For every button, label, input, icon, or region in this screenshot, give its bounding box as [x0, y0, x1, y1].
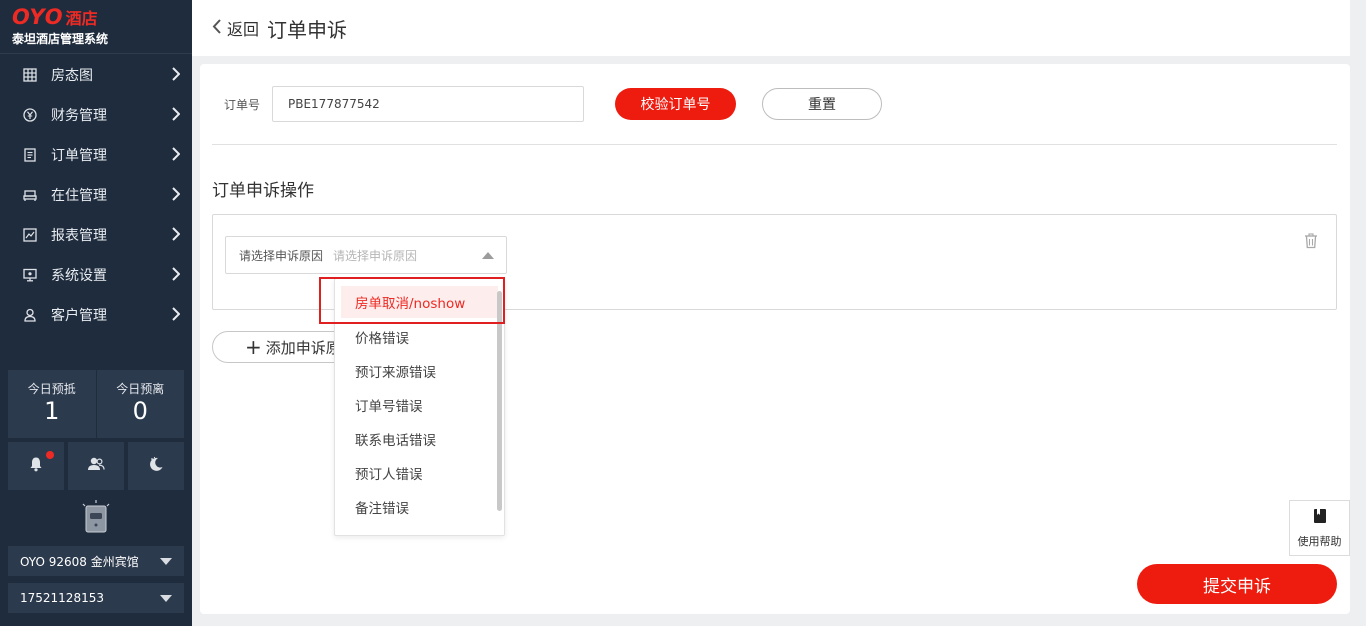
- bed-icon: [22, 187, 38, 203]
- chevron-right-icon: [172, 227, 181, 245]
- sidebar-item-label: 系统设置: [51, 268, 107, 284]
- chevron-right-icon: [172, 307, 181, 325]
- sidebar-item-label: 财务管理: [51, 108, 107, 124]
- page-scrollbar[interactable]: [1350, 0, 1366, 626]
- order-number-value: PBE177877542: [288, 97, 380, 111]
- help-button[interactable]: 使用帮助: [1289, 500, 1350, 556]
- sidebar-item-in-house[interactable]: 在住管理: [0, 175, 192, 215]
- chevron-right-icon: [172, 107, 181, 125]
- sidebar-item-reports[interactable]: 报表管理: [0, 215, 192, 255]
- guest-button[interactable]: [68, 442, 124, 490]
- page-title: 订单申诉: [267, 17, 348, 42]
- caret-down-icon: [160, 558, 172, 565]
- back-button[interactable]: 返回: [212, 16, 259, 40]
- brand-suffix: 酒店: [65, 9, 98, 28]
- grid-icon: [22, 67, 38, 83]
- stat-value: 1: [44, 397, 60, 425]
- sidebar-item-label: 房态图: [51, 68, 93, 84]
- verify-order-button[interactable]: 校验订单号: [615, 88, 736, 120]
- divider: [212, 144, 1337, 145]
- today-stats: 今日预抵 1 今日预离 0: [8, 370, 184, 438]
- door-lock-icon[interactable]: [80, 500, 112, 536]
- sidebar-nav: 房态图 财务管理 订单管理 在住管理 报表管理 系统设置 客户管理: [0, 55, 192, 335]
- notification-badge: [46, 451, 54, 459]
- plus-icon: +: [245, 335, 262, 359]
- document-icon: [22, 147, 38, 163]
- chevron-left-icon: [212, 18, 221, 38]
- stat-label: 今日预离: [116, 382, 165, 396]
- caret-up-icon: [482, 252, 494, 259]
- dropdown-option[interactable]: 预订来源错误: [335, 354, 504, 388]
- caret-down-icon: [160, 595, 172, 602]
- dropdown-option[interactable]: 联系电话错误: [335, 422, 504, 456]
- trash-icon[interactable]: [1304, 233, 1318, 253]
- brand-logo: OYO: [12, 5, 64, 29]
- monitor-icon: [22, 267, 38, 283]
- order-number-label: 订单号: [224, 98, 261, 112]
- account-select-value: 17521128153: [20, 591, 104, 605]
- sidebar-item-room-status[interactable]: 房态图: [0, 55, 192, 95]
- submit-appeal-button[interactable]: 提交申诉: [1137, 564, 1337, 604]
- stat-value: 0: [132, 397, 148, 425]
- yen-icon: [22, 107, 38, 123]
- order-number-input[interactable]: PBE177877542: [272, 86, 584, 122]
- section-title: 订单申诉操作: [212, 181, 314, 201]
- help-label: 使用帮助: [1297, 534, 1342, 548]
- stat-departures[interactable]: 今日预离 0: [95, 370, 185, 438]
- sidebar-item-orders[interactable]: 订单管理: [0, 135, 192, 175]
- sidebar-item-settings[interactable]: 系统设置: [0, 255, 192, 295]
- dropdown-option[interactable]: 订单号错误: [335, 388, 504, 422]
- stat-arrivals[interactable]: 今日预抵 1: [8, 370, 96, 438]
- chart-icon: [22, 227, 38, 243]
- system-name: 泰坦酒店管理系统: [12, 32, 109, 46]
- users-icon: [87, 456, 105, 476]
- dropdown-option[interactable]: 备注错误: [335, 490, 504, 524]
- dropdown-option[interactable]: 入住日期错误: [335, 524, 504, 535]
- chevron-right-icon: [172, 267, 181, 285]
- quick-actions: [8, 442, 184, 490]
- book-icon: [1313, 508, 1327, 527]
- appeal-reason-select[interactable]: 请选择申诉原因 请选择申诉原因: [225, 236, 507, 274]
- back-label: 返回: [227, 20, 260, 39]
- stat-label: 今日预抵: [27, 382, 76, 396]
- reason-select-placeholder: 请选择申诉原因: [333, 248, 418, 263]
- notification-button[interactable]: [8, 442, 64, 490]
- moon-icon: [148, 456, 164, 476]
- hotel-select[interactable]: OYO 92608 金州宾馆: [8, 546, 184, 576]
- logo: OYO 酒店 泰坦酒店管理系统: [0, 0, 192, 54]
- chevron-right-icon: [172, 147, 181, 165]
- dropdown-option[interactable]: 预订人错误: [335, 456, 504, 490]
- page-header: 返回 订单申诉: [192, 0, 1350, 56]
- hotel-select-value: OYO 92608 金州宾馆: [20, 554, 139, 569]
- selection-highlight-box: [319, 277, 505, 324]
- chevron-right-icon: [172, 187, 181, 205]
- user-icon: [22, 307, 38, 323]
- chevron-right-icon: [172, 67, 181, 85]
- dropdown-scrollbar[interactable]: [497, 291, 502, 511]
- sidebar: OYO 酒店 泰坦酒店管理系统 房态图 财务管理 订单管理 在住管理 报表管理 …: [0, 0, 192, 626]
- account-select[interactable]: 17521128153: [8, 583, 184, 613]
- dropdown-option[interactable]: 价格错误: [335, 320, 504, 354]
- sidebar-item-finance[interactable]: 财务管理: [0, 95, 192, 135]
- night-audit-button[interactable]: [128, 442, 184, 490]
- sidebar-item-label: 订单管理: [51, 148, 107, 164]
- reset-button[interactable]: 重置: [762, 88, 882, 120]
- sidebar-item-label: 报表管理: [51, 228, 107, 244]
- sidebar-item-label: 在住管理: [51, 188, 107, 204]
- bell-icon: [28, 456, 44, 476]
- sidebar-item-customers[interactable]: 客户管理: [0, 295, 192, 335]
- reason-select-label: 请选择申诉原因: [239, 248, 324, 263]
- sidebar-item-label: 客户管理: [51, 308, 107, 324]
